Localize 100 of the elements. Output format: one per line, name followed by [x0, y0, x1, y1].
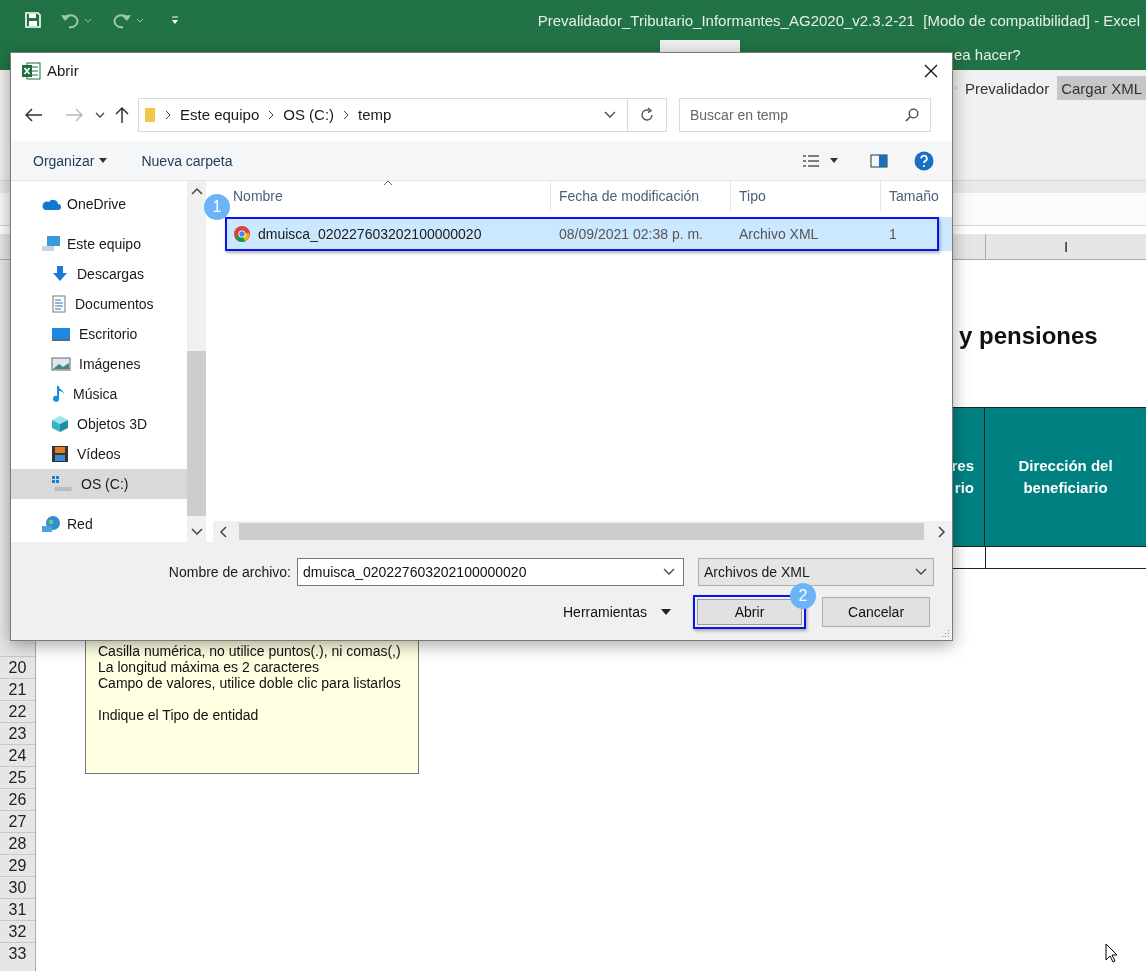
note-text: La longitud máxima es 2 caracteres	[98, 659, 320, 675]
close-icon[interactable]	[924, 63, 938, 78]
undo-icon[interactable]	[60, 11, 94, 29]
image-icon	[51, 356, 71, 372]
row-number[interactable]: 25	[0, 766, 35, 788]
tools-menu-button[interactable]: Herramientas	[559, 600, 676, 624]
column-header[interactable]: Fecha de modificación	[559, 188, 700, 204]
header-text: rio	[954, 478, 974, 498]
scroll-down-icon[interactable]	[190, 528, 203, 536]
row-number[interactable]: 30	[0, 876, 35, 898]
scroll-right-icon[interactable]	[938, 525, 946, 538]
ribbon-button[interactable]: Cargar XML	[1057, 76, 1146, 100]
scroll-left-icon[interactable]	[219, 525, 227, 538]
search-icon	[905, 107, 919, 122]
note-text: Campo de valores, utilice doble clic para listarlos	[98, 675, 402, 691]
resize-grip-icon[interactable]	[940, 628, 950, 638]
file-type-dropdown[interactable]: Archivos de XML	[698, 558, 934, 586]
folder-icon	[144, 106, 156, 123]
address-bar[interactable]: Este equipo OS (C:) temp	[138, 97, 667, 132]
nav-item[interactable]: Descargas	[11, 259, 187, 289]
nav-item[interactable]: Red	[11, 509, 187, 539]
chevron-down-icon[interactable]	[604, 110, 616, 119]
scrollbar[interactable]	[213, 521, 952, 542]
customize-icon[interactable]	[170, 15, 180, 25]
caret-icon	[99, 158, 108, 163]
row-number[interactable]: 20	[0, 656, 35, 678]
nav-item[interactable]: Imágenes	[11, 349, 187, 379]
header-text: res	[951, 456, 974, 476]
ribbon-button[interactable]: Prevalidador	[960, 76, 1054, 100]
back-arrow-icon[interactable]	[25, 107, 43, 122]
globe-icon	[41, 515, 61, 533]
new-folder-button[interactable]: Nueva carpeta	[137, 148, 237, 173]
row-number[interactable]: 21	[0, 678, 35, 700]
chevron-down-icon[interactable]	[95, 110, 105, 119]
nav-item[interactable]: Música	[11, 379, 187, 409]
column-header[interactable]: Nombre	[233, 188, 283, 204]
breadcrumb[interactable]: OS (C:)	[283, 106, 335, 123]
column-header[interactable]: I	[985, 234, 1146, 259]
scrollbar-thumb[interactable]	[187, 351, 206, 516]
film-icon	[51, 445, 69, 463]
nav-item[interactable]: OneDrive	[11, 189, 187, 219]
chevron-right-icon	[268, 109, 275, 120]
note-text: Casilla numérica, no utilice puntos(.), ni comas(,)	[98, 643, 402, 659]
browser-icon	[233, 225, 251, 243]
note-text: Indique el Tipo de entidad	[98, 707, 260, 723]
help-icon[interactable]	[914, 150, 934, 171]
file-name: dmuisca_020227603202100000020	[258, 226, 482, 242]
sort-caret-icon	[383, 181, 393, 186]
nav-item[interactable]: Escritorio	[11, 319, 187, 349]
file-name-field[interactable]: dmuisca_020227603202100000020	[297, 558, 684, 586]
row-number[interactable]: 31	[0, 898, 35, 920]
row-number[interactable]: 22	[0, 700, 35, 722]
row-number[interactable]: 33	[0, 942, 35, 964]
breadcrumb[interactable]: temp	[358, 106, 392, 123]
redo-icon[interactable]	[112, 11, 146, 29]
breadcrumb[interactable]: Este equipo	[180, 106, 260, 123]
drive-icon	[51, 475, 73, 493]
sheet-heading: y pensiones	[959, 322, 1098, 350]
row-number[interactable]: 28	[0, 832, 35, 854]
caret-icon[interactable]	[830, 158, 838, 163]
desktop-icon	[51, 326, 71, 342]
preview-pane-icon[interactable]	[870, 153, 888, 168]
download-icon	[51, 265, 69, 283]
nav-item[interactable]: Objetos 3D	[11, 409, 187, 439]
view-options-icon[interactable]	[802, 153, 820, 168]
file-size: 1	[888, 225, 898, 244]
save-icon[interactable]	[24, 11, 42, 29]
mouse-pointer-icon	[1105, 943, 1119, 963]
row-number[interactable]: 27	[0, 810, 35, 832]
header-text: Dirección del	[1018, 456, 1113, 476]
row-number[interactable]: 26	[0, 788, 35, 810]
organize-menu-button[interactable]: Organizar	[29, 148, 112, 173]
row-number[interactable]: 32	[0, 920, 35, 942]
column-header[interactable]: Tipo	[739, 188, 766, 204]
dialog-title: Abrir	[47, 62, 79, 79]
row-number[interactable]: 29	[0, 854, 35, 876]
spreadsheet-icon	[21, 61, 41, 80]
column-header[interactable]: Tamaño	[889, 188, 939, 204]
nav-item[interactable]: OS (C:)	[11, 469, 187, 499]
caret-icon	[661, 609, 672, 615]
file-name-label: Nombre de archivo:	[167, 564, 291, 580]
cancel-button[interactable]: Cancelar	[822, 597, 931, 627]
search-field[interactable]: Buscar en temp	[679, 97, 931, 132]
chevron-right-icon	[343, 109, 350, 120]
scrollbar-thumb[interactable]	[239, 523, 924, 540]
nav-item[interactable]: Documentos	[11, 289, 187, 319]
nav-item[interactable]: Vídeos	[11, 439, 187, 469]
chevron-right-icon	[165, 109, 171, 120]
scroll-up-icon[interactable]	[190, 187, 203, 195]
tell-me-text[interactable]: ea hacer?	[954, 46, 1021, 63]
chevron-down-icon	[915, 568, 927, 576]
row-number[interactable]: 24	[0, 744, 35, 766]
file-row[interactable]: dmuisca_020227603202100000020 08/09/2021 02:38 p. m. Archivo XML 1	[225, 217, 952, 251]
nav-item[interactable]: Este equipo	[11, 229, 187, 259]
chevron-down-icon[interactable]	[663, 568, 675, 576]
scrollbar[interactable]	[187, 181, 206, 542]
up-arrow-icon[interactable]	[115, 105, 129, 124]
row-number[interactable]: 23	[0, 722, 35, 744]
refresh-icon	[639, 106, 655, 123]
header-text: beneficiario	[1023, 478, 1108, 498]
